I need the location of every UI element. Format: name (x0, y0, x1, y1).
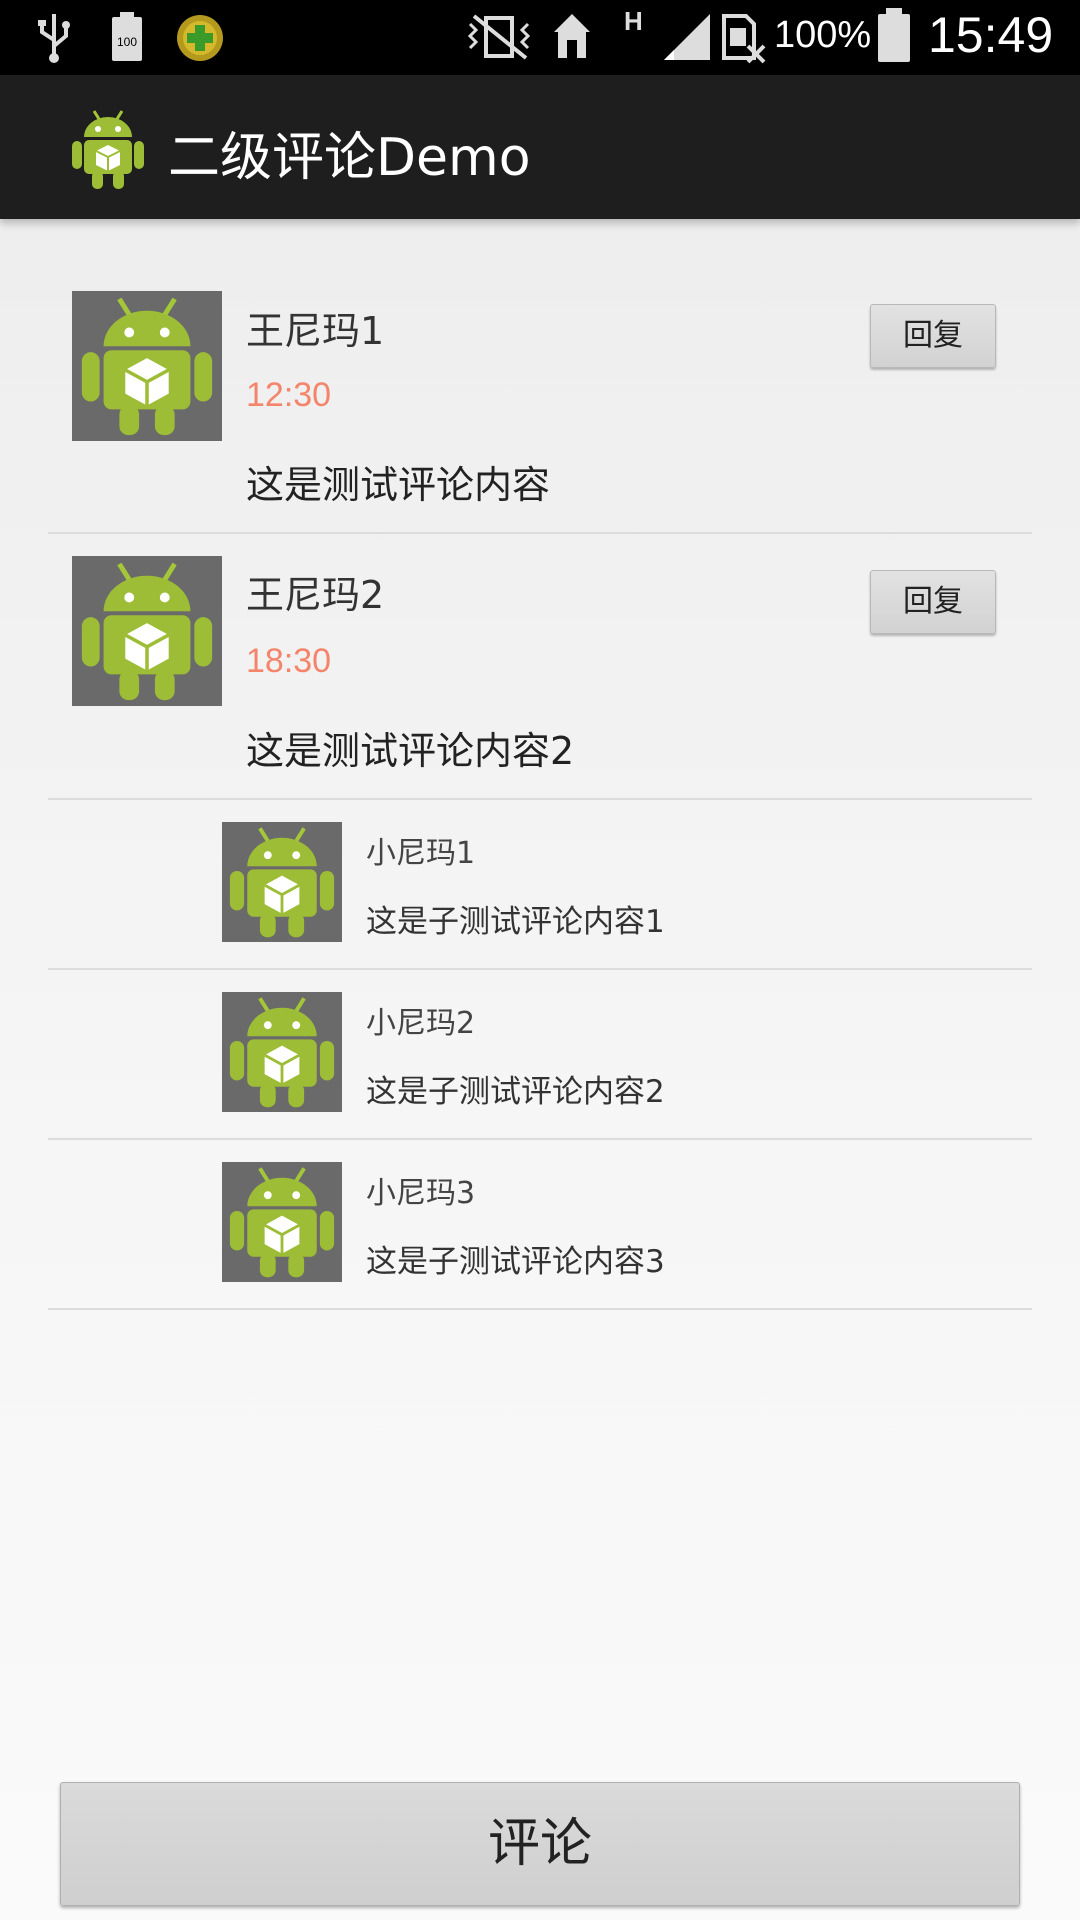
clock-text: 15:49 (928, 7, 1054, 63)
svg-text:H: H (624, 6, 643, 36)
action-bar: 二级评论Demo (0, 75, 1080, 219)
home-icon (552, 12, 592, 64)
reply-button[interactable]: 回复 (870, 570, 996, 634)
comment-item: 王尼玛1 12:30 这是测试评论内容 回复 (48, 270, 1032, 534)
comment-author: 王尼玛1 (246, 309, 385, 353)
comment-button[interactable]: 评论 (60, 1782, 1020, 1906)
app-title: 二级评论Demo (168, 128, 531, 188)
comment-author: 王尼玛2 (246, 573, 385, 617)
battery-small-icon: 100 (110, 12, 144, 66)
sub-comment-item: 小尼玛1 这是子测试评论内容1 (48, 800, 1032, 970)
sub-comment-item: 小尼玛2 这是子测试评论内容2 (48, 970, 1032, 1140)
sub-comment-author: 小尼玛1 (366, 836, 476, 871)
avatar (222, 822, 342, 942)
usb-icon (34, 12, 74, 68)
comment-content: 这是测试评论内容2 (246, 729, 575, 773)
sim-no-service-icon (720, 12, 768, 68)
avatar (222, 1162, 342, 1282)
battery-small-label: 100 (117, 35, 137, 49)
comment-content: 这是测试评论内容 (246, 463, 551, 507)
android-icon (229, 827, 335, 938)
sub-comment-content: 这是子测试评论内容1 (366, 904, 665, 940)
android-icon (229, 997, 335, 1108)
comment-time: 18:30 (246, 642, 332, 680)
comment-time: 12:30 (246, 376, 332, 414)
app-notification-icon (174, 12, 226, 68)
vibrate-muted-icon (464, 10, 536, 66)
sub-comment-content: 这是子测试评论内容3 (366, 1244, 665, 1280)
h-network-icon: H (622, 6, 646, 40)
avatar (222, 992, 342, 1112)
battery-percent-text: 100% (774, 14, 872, 56)
sub-comment-item: 小尼玛3 这是子测试评论内容3 (48, 1140, 1032, 1310)
battery-icon (876, 8, 912, 68)
status-bar: 100 H 100% 15:49 (0, 0, 1080, 75)
comment-item: 王尼玛2 18:30 这是测试评论内容2 回复 (48, 534, 1032, 800)
avatar (72, 291, 222, 441)
android-icon (81, 297, 213, 436)
sub-comment-author: 小尼玛2 (366, 1006, 476, 1041)
android-icon (81, 562, 213, 701)
sub-comment-author: 小尼玛3 (366, 1176, 476, 1211)
android-icon (229, 1167, 335, 1278)
avatar (72, 556, 222, 706)
signal-icon (662, 12, 712, 66)
sub-comment-content: 这是子测试评论内容2 (366, 1074, 665, 1110)
reply-button[interactable]: 回复 (870, 304, 996, 368)
app-logo-icon (70, 105, 146, 195)
